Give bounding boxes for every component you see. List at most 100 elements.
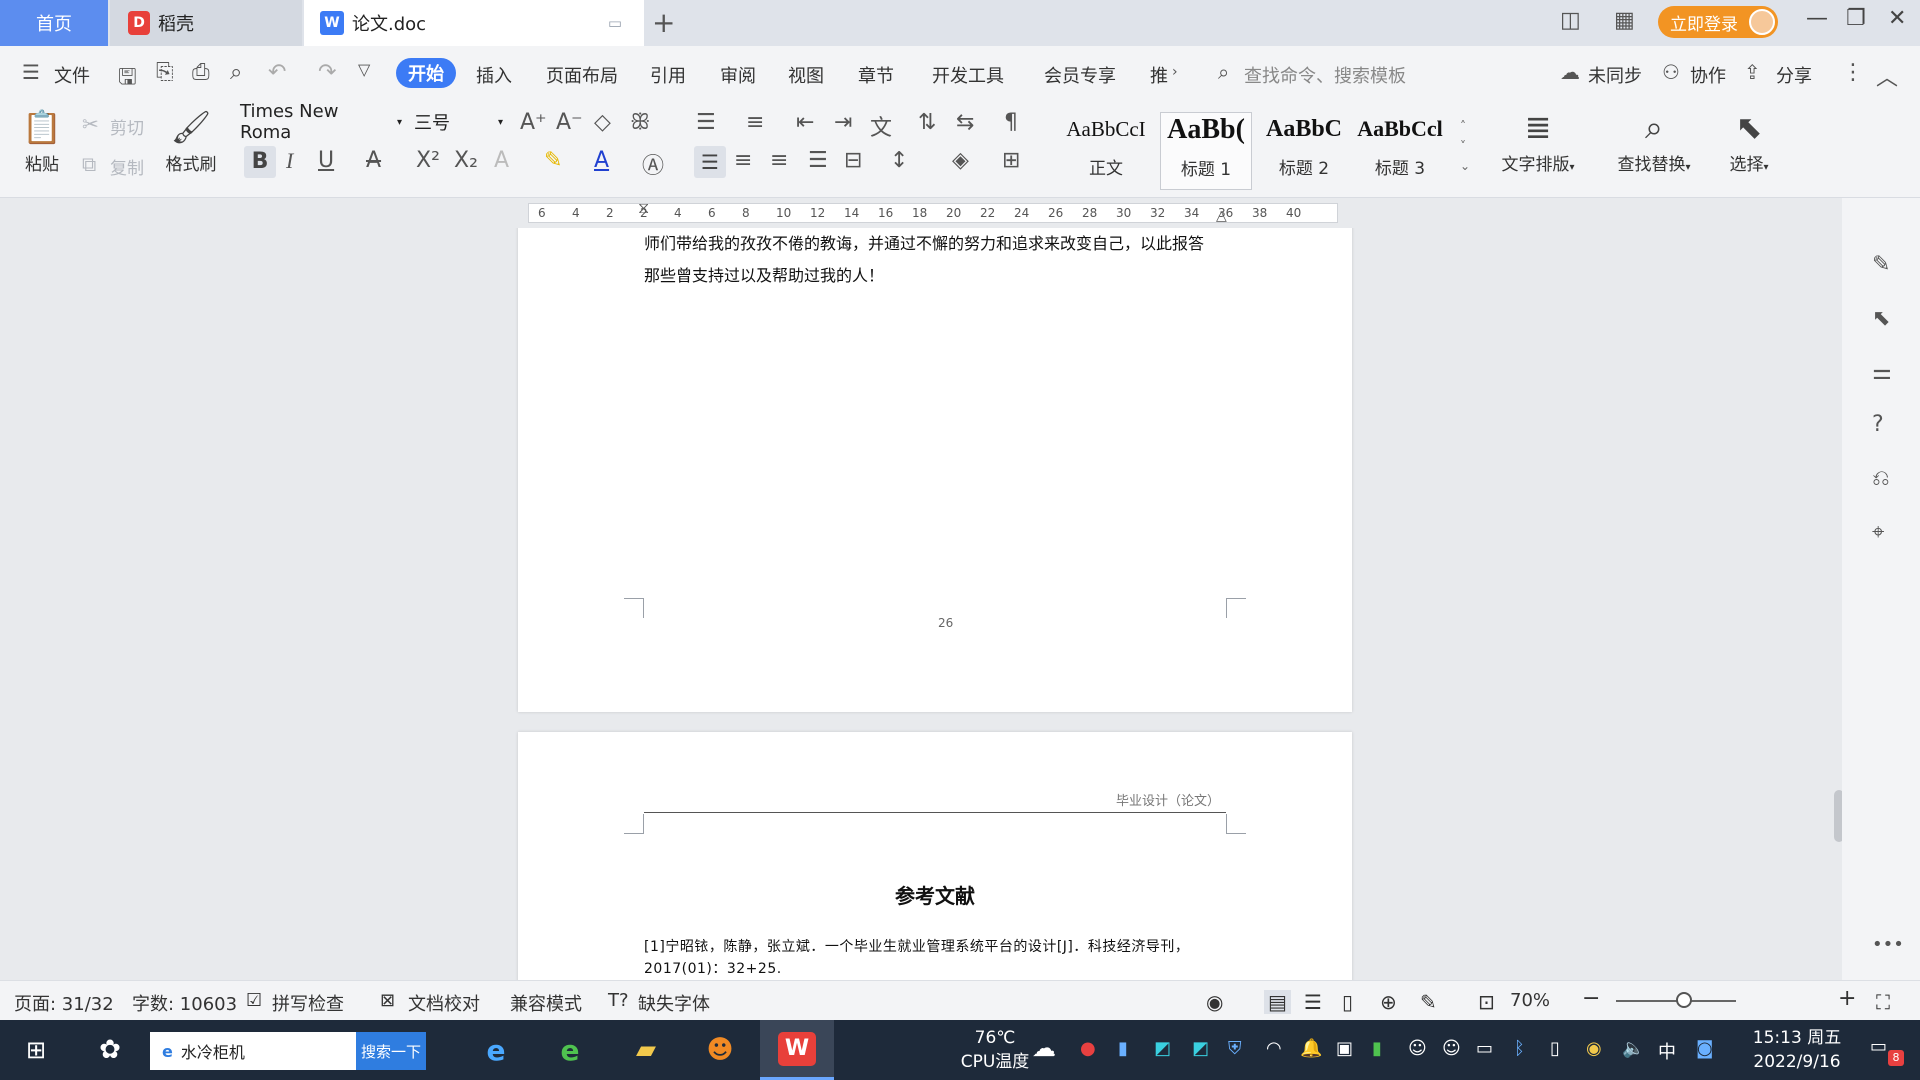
menu-page-layout[interactable]: 页面布局 [546, 62, 618, 88]
tray-app-icon[interactable]: ◉ [1586, 1038, 1602, 1059]
select-button[interactable]: ⬉ 选择▾ [1716, 108, 1782, 175]
style-normal[interactable]: AaBbCcI 正文 [1060, 112, 1152, 190]
web-view-icon[interactable]: ⊕ [1380, 990, 1397, 1014]
format-painter-button[interactable]: 🖌 格式刷 [160, 108, 222, 175]
shield-icon[interactable]: ⛨ [1228, 1038, 1242, 1059]
phonetic-guide-icon[interactable]: ꕥ [630, 110, 650, 135]
customize-dropdown-icon[interactable]: ▽ [358, 60, 370, 79]
input-method-icon[interactable]: ◙ [1696, 1038, 1713, 1059]
eye-protection-icon[interactable]: ◉ [1206, 990, 1223, 1014]
browser-360-icon[interactable]: e [550, 1032, 590, 1068]
more-vertical-icon[interactable]: ⋮ [1842, 60, 1864, 85]
tab-daoke[interactable]: D 稻壳 [110, 0, 302, 46]
chinese-layout-icon[interactable]: 文 [870, 110, 892, 142]
ime-indicator[interactable]: 中 [1658, 1038, 1676, 1064]
align-left-icon[interactable]: ☰ [694, 146, 726, 178]
qq-icon[interactable]: ☺ [1442, 1038, 1461, 1059]
reading-view-icon[interactable]: ▯ [1342, 990, 1353, 1014]
page-header[interactable]: 毕业设计（论文） [1116, 790, 1220, 809]
taskbar-clock[interactable]: 15:13 周五 2022/9/16 [1740, 1026, 1854, 1074]
tab-home[interactable]: 首页 [0, 0, 108, 46]
word-count[interactable]: 字数: 10603 [132, 990, 237, 1016]
font-size-select[interactable]: 三号 ▾ [414, 108, 504, 136]
collapse-ribbon-icon[interactable]: ︿ [1876, 60, 1898, 92]
tray-app-icon[interactable]: ● [1080, 1038, 1096, 1059]
style-heading-1[interactable]: AaBb( 标题 1 [1160, 112, 1252, 190]
page-view-icon[interactable]: ▤ [1264, 990, 1291, 1014]
qq-icon[interactable]: ☺ [1408, 1038, 1427, 1059]
menu-chapter[interactable]: 章节 [858, 62, 894, 88]
assistant-app-icon[interactable]: ✿ [90, 1032, 130, 1068]
page-27[interactable]: 毕业设计（论文） 参考文献 [1]宁昭铱，陈静，张立斌．一个毕业生就业管理系统平… [518, 732, 1352, 980]
subscript-icon[interactable]: X₂ [454, 148, 478, 173]
paragraph-line[interactable]: 那些曾支持过以及帮助过我的人！ [644, 260, 1244, 292]
sync-status[interactable]: 未同步 [1588, 62, 1642, 88]
justify-icon[interactable]: ☰ [808, 148, 828, 173]
menu-file[interactable]: 文件 [54, 62, 90, 88]
pen-edit-icon[interactable]: ✎ [1872, 252, 1890, 277]
restore-icon[interactable]: ❐ [1846, 6, 1866, 31]
location-icon[interactable]: ⌖ [1872, 520, 1884, 545]
wifi-icon[interactable]: ◠ [1266, 1038, 1282, 1059]
save-icon[interactable]: 🖫 [118, 60, 137, 98]
zoom-out-icon[interactable]: − [1582, 986, 1600, 1011]
horizontal-ruler[interactable]: ⧖ △ 6 4 2 2 4 6 8 10 12 14 16 18 20 22 24 26 28 30 32 34 36 3… [0, 198, 1842, 228]
copy-button[interactable]: 复制 [110, 154, 144, 179]
file-explorer-icon[interactable]: ▰ [626, 1032, 666, 1068]
document-area[interactable]: 师们带给我的孜孜不倦的教诲，并通过不懈的努力和追求来改变自己，以此报答 那些曾支… [0, 228, 1842, 980]
menu-developer[interactable]: 开发工具 [932, 62, 1004, 88]
borders-icon[interactable]: ⊞ [1002, 148, 1020, 173]
battery-icon[interactable]: ▭ [1476, 1038, 1493, 1059]
help-icon[interactable]: ? [1872, 412, 1884, 437]
spellcheck-button[interactable]: 拼写检查 [272, 990, 344, 1016]
game-app-icon[interactable]: ☻ [700, 1032, 740, 1068]
decrease-font-icon[interactable]: A⁻ [556, 110, 583, 135]
find-replace-button[interactable]: ⌕ 查找替换▾ [1606, 108, 1702, 175]
menu-member[interactable]: 会员专享 [1044, 62, 1116, 88]
chevron-right-icon[interactable]: › [1172, 64, 1178, 80]
usb-icon[interactable]: ▯ [1550, 1038, 1560, 1059]
font-color-icon[interactable]: A [594, 148, 609, 173]
apps-grid-icon[interactable]: ▦ [1614, 8, 1635, 33]
doc-proofread-button[interactable]: 文档校对 [408, 990, 480, 1016]
backup-icon[interactable]: ⎌ [1872, 466, 1890, 491]
distribute-icon[interactable]: ⊟ [844, 148, 862, 173]
taskbar-search-button[interactable]: 搜索一下 [356, 1032, 426, 1070]
page-26[interactable]: 师们带给我的孜孜不倦的教诲，并通过不懈的努力和追求来改变自己，以此报答 那些曾支… [518, 228, 1352, 712]
decrease-indent-icon[interactable]: ⇤ [796, 110, 814, 135]
missing-font-button[interactable]: 缺失字体 [638, 990, 710, 1016]
references-heading[interactable]: 参考文献 [518, 880, 1352, 909]
print-preview-icon[interactable]: ⌕ [230, 60, 242, 85]
bold-icon[interactable]: B [244, 146, 276, 178]
command-search-input[interactable]: 查找命令、搜索模板 [1244, 62, 1406, 88]
new-tab-button[interactable]: + [652, 6, 675, 39]
page-indicator[interactable]: 页面: 31/32 [14, 990, 114, 1016]
write-mode-icon[interactable]: ✎ [1420, 990, 1437, 1014]
menu-recommend[interactable]: 推 [1150, 62, 1168, 88]
italic-icon[interactable]: I [286, 148, 293, 174]
text-effect-icon[interactable]: A [494, 148, 509, 173]
notification-center-icon[interactable]: ▭ [1870, 1036, 1887, 1057]
line-spacing-icon[interactable]: ↕ [890, 148, 908, 173]
strikethrough-icon[interactable]: A [366, 148, 381, 173]
tray-app-icon[interactable]: ▣ [1336, 1038, 1353, 1059]
text-direction-icon[interactable]: ⇆ [956, 110, 974, 135]
bullet-list-icon[interactable]: ☰ [696, 110, 716, 135]
export-pdf-icon[interactable]: ⎘ [156, 60, 174, 85]
menu-review[interactable]: 审阅 [720, 62, 756, 88]
ie-browser-icon[interactable]: e [476, 1032, 516, 1068]
windows-start-icon[interactable]: ⊞ [18, 1032, 54, 1068]
login-button[interactable]: 立即登录 [1658, 6, 1778, 38]
menu-view[interactable]: 视图 [788, 62, 824, 88]
bell-icon[interactable]: 🔔 [1300, 1038, 1322, 1059]
tab-document[interactable]: W 论文.doc ▭ [304, 0, 644, 46]
paragraph-line[interactable]: 师们带给我的孜孜不倦的教诲，并通过不懈的努力和追求来改变自己，以此报答 [644, 228, 1244, 260]
styles-scroll-icon[interactable]: ˄ ˅ ⌄ [1460, 116, 1470, 176]
font-name-select[interactable]: Times New Roma ▾ [240, 101, 402, 143]
zoom-level[interactable]: 70% [1510, 990, 1550, 1011]
shading-icon[interactable]: ◈ [952, 148, 969, 173]
style-heading-3[interactable]: AaBbCcl 标题 3 [1354, 112, 1446, 190]
minimize-icon[interactable]: — [1806, 6, 1828, 31]
zoom-in-icon[interactable]: + [1838, 986, 1856, 1011]
text-layout-button[interactable]: ≣ 文字排版▾ [1492, 108, 1584, 175]
